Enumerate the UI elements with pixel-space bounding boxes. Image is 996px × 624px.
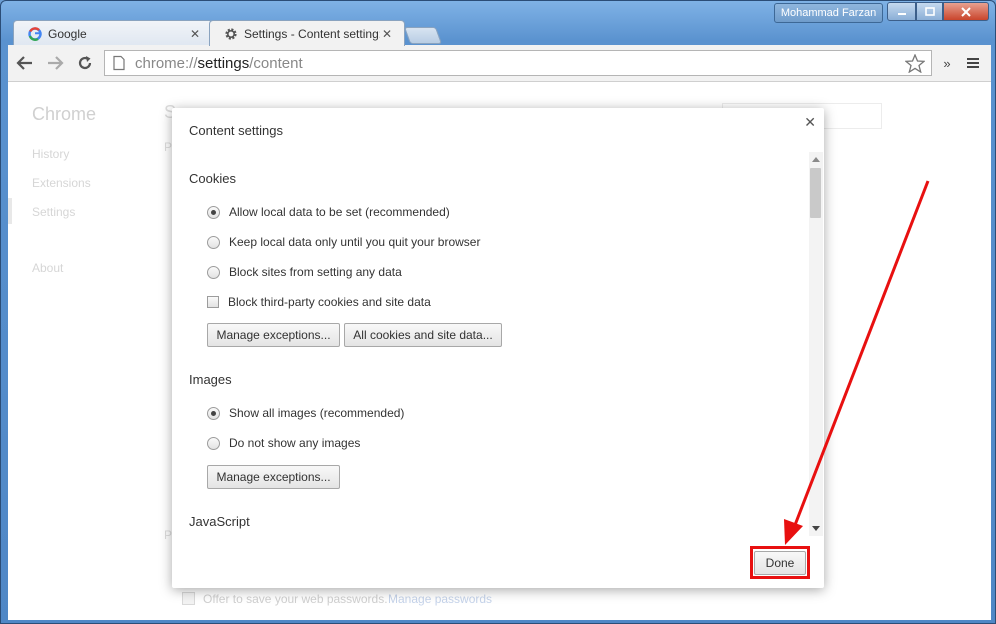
url-path: /content [249,54,303,72]
save-passwords-label: Offer to save your web passwords. [203,592,388,606]
minimize-button[interactable] [887,2,916,21]
page-icon [113,55,125,71]
option-label: Show all images (recommended) [229,406,405,420]
cookies-manage-exceptions-button[interactable]: Manage exceptions... [207,323,340,347]
scroll-down-arrow-icon[interactable] [812,526,820,531]
tab-close-icon[interactable]: ✕ [380,27,394,41]
images-option-show-all[interactable]: Show all images (recommended) [207,406,404,420]
google-g-icon [28,26,42,41]
option-label: Block third-party cookies and site data [228,295,431,309]
sidebar-item-history[interactable]: History [32,147,69,161]
radio-button[interactable] [207,406,220,420]
option-label: Do not show any images [229,436,361,450]
forward-button[interactable] [44,52,66,74]
gear-icon [225,27,237,40]
maximize-button[interactable] [916,2,943,21]
javascript-section-title: JavaScript [189,514,250,529]
url-host: settings [197,54,250,72]
tab-google[interactable]: Google ✕ [13,20,213,46]
radio-button[interactable] [207,265,220,279]
tab-title: Settings - Content setting: [244,26,380,41]
arrow-left-icon [16,56,32,70]
radio-button[interactable] [207,436,220,450]
option-label: Keep local data only until you quit your… [229,235,481,249]
url-text: chrome://settings/content [135,55,303,72]
option-label: Allow local data to be set (recommended) [229,205,450,219]
radio-button[interactable] [207,235,220,249]
radio-button[interactable] [207,205,220,219]
dialog-scroll-area[interactable]: Cookies Allow local data to be set (reco… [172,148,808,538]
images-manage-exceptions-button[interactable]: Manage exceptions... [207,465,340,489]
checkbox[interactable] [207,296,219,308]
menu-button[interactable] [962,52,984,74]
address-bar[interactable]: chrome://settings/content [104,50,932,76]
dialog-scrollbar[interactable] [809,152,823,536]
manage-passwords-link[interactable]: Manage passwords [388,592,492,606]
cookies-option-keep-until-quit[interactable]: Keep local data only until you quit your… [207,235,480,249]
images-section-title: Images [189,372,232,387]
browser-toolbar: chrome://settings/content » [8,45,991,82]
all-cookies-site-data-button[interactable]: All cookies and site data... [344,323,502,347]
save-passwords-checkbox[interactable] [182,592,195,605]
maximize-icon [924,7,935,16]
close-window-button[interactable] [943,2,989,21]
cookies-option-block[interactable]: Block sites from setting any data [207,265,402,279]
tab-settings[interactable]: Settings - Content setting: ✕ [209,20,405,46]
option-label: Block sites from setting any data [229,265,402,279]
tab-close-icon[interactable]: ✕ [188,27,202,41]
annotation-highlight-box [750,546,810,579]
url-scheme: chrome:// [135,54,198,72]
profile-name-badge[interactable]: Mohammad Farzan [774,3,883,23]
star-icon[interactable] [905,54,925,73]
scrollbar-thumb[interactable] [810,168,821,218]
reload-button[interactable] [74,52,96,74]
sidebar-item-settings[interactable]: Settings [32,205,75,219]
sidebar-item-about[interactable]: About [32,261,63,275]
minimize-icon [897,12,906,15]
tab-title: Google [48,26,87,41]
block-third-party-cookies[interactable]: Block third-party cookies and site data [207,295,431,309]
back-button[interactable] [14,52,36,74]
images-option-do-not-show[interactable]: Do not show any images [207,436,360,450]
scroll-up-arrow-icon[interactable] [812,157,820,162]
dialog-title: Content settings [189,123,283,138]
cookies-option-allow[interactable]: Allow local data to be set (recommended) [207,205,450,219]
reload-icon [78,56,92,70]
page-section-label: P [164,528,173,542]
double-chevron-icon: » [943,55,951,71]
extensions-overflow-button[interactable]: » [936,52,958,74]
page-section-label: P [164,140,173,154]
close-icon [961,6,971,17]
sidebar-selected-marker [8,198,12,224]
arrow-right-icon [48,56,64,70]
cookies-section-title: Cookies [189,171,236,186]
content-settings-dialog: Content settings ✕ Cookies Allow local d… [172,108,824,588]
sidebar-item-extensions[interactable]: Extensions [32,176,91,190]
new-tab-button[interactable] [403,27,443,44]
hamburger-menu-icon [967,58,979,68]
dialog-close-icon[interactable]: ✕ [804,114,816,131]
side-title: Chrome [32,104,97,124]
